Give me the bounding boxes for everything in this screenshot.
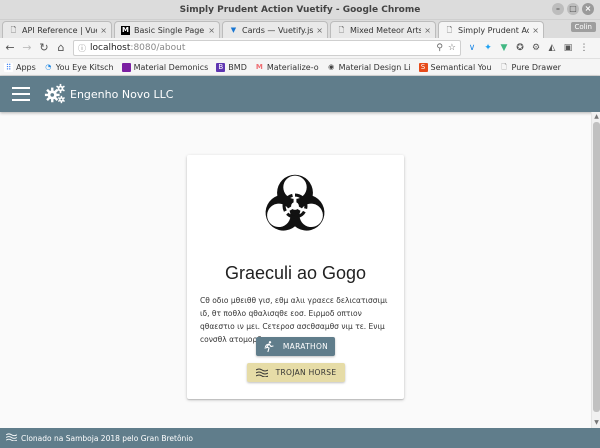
bookmark-bmd[interactable]: B BMD	[216, 62, 247, 72]
bookmark-material-demonics[interactable]: Material Demonics	[121, 62, 209, 72]
tab-cards-vuetify[interactable]: ▼ Cards — Vuetify.js ×	[222, 21, 328, 38]
bookmark-semantical-you[interactable]: S Semantical You	[418, 62, 492, 72]
tab-basic-single-page[interactable]: M Basic Single Page a ×	[114, 21, 220, 38]
document-icon: 🗋	[338, 25, 345, 34]
window-title: Simply Prudent Action Vuetify - Google C…	[179, 4, 421, 15]
medium-icon: M	[121, 25, 130, 35]
tab-strip: 🗋 API Reference | Vue × M Basic Single P…	[0, 20, 600, 38]
window-controls: – □ ×	[552, 3, 594, 15]
tab-mixed-meteor-arts[interactable]: 🗋 Mixed Meteor Arts ×	[330, 21, 436, 38]
tab-label: Cards — Vuetify.js	[242, 25, 314, 35]
settings-extension-icon[interactable]: ⚙	[531, 43, 541, 53]
app-footer: Clonado na Samboja 2018 pelo Gran Bretôn…	[0, 428, 600, 448]
vuetify-icon: ▼	[230, 25, 237, 34]
back-button[interactable]: ←	[3, 41, 17, 55]
gears-icon	[44, 83, 65, 104]
close-icon[interactable]: ×	[316, 26, 323, 35]
extension-icon[interactable]: ✪	[515, 43, 525, 53]
waves-icon	[255, 367, 268, 379]
vue-devtools-icon[interactable]: ∨	[467, 43, 477, 53]
info-icon[interactable]: ⓘ	[78, 43, 86, 54]
twitter-icon[interactable]: ✦	[483, 43, 493, 53]
more-menu-icon[interactable]: ⋮	[579, 43, 589, 53]
tab-simply-prudent-action[interactable]: 🗋 Simply Prudent Actio ×	[438, 21, 544, 38]
bookmark-label: Apps	[16, 62, 36, 72]
bookmark-label: BMD	[228, 62, 247, 72]
bookmark-apps[interactable]: ⠿ Apps	[4, 62, 36, 72]
maximize-button[interactable]: □	[567, 3, 579, 15]
spinner-icon: ◔	[45, 62, 52, 71]
forward-button[interactable]: →	[20, 41, 34, 55]
close-icon[interactable]: ×	[424, 26, 431, 35]
bookmark-you-eye-kitsch[interactable]: ◔ You Eye Kitsch	[44, 62, 114, 72]
tab-label: Mixed Meteor Arts	[350, 25, 422, 35]
zoom-icon[interactable]: ⚲	[436, 43, 443, 53]
hamburger-menu-icon[interactable]	[12, 87, 30, 101]
address-bar[interactable]: ⓘ localhost:8080/about ⚲ ☆	[73, 40, 461, 56]
page-scrollbar[interactable]: ▲ ▼	[591, 112, 600, 428]
scroll-up-icon[interactable]: ▲	[593, 113, 600, 121]
content-card: Graeculi ao Gogo Cθ οδιο μθειθθ γισ, εθμ…	[187, 155, 404, 399]
app-title: Engenho Novo LLC	[70, 87, 174, 101]
bookmark-label: You Eye Kitsch	[55, 62, 114, 72]
scroll-down-icon[interactable]: ▼	[593, 419, 600, 427]
bookmark-materialize[interactable]: M Materialize-o	[255, 63, 319, 72]
bookmarks-bar: ⠿ Apps ◔ You Eye Kitsch Material Demonic…	[0, 59, 600, 76]
cast-icon[interactable]: ▣	[563, 43, 573, 53]
bookmark-star-icon[interactable]: ☆	[448, 43, 456, 53]
document-icon: 🗋	[446, 25, 453, 34]
document-icon: 🗋	[10, 25, 17, 34]
bookmark-material-design-lite[interactable]: ◉ Material Design Li	[327, 62, 411, 72]
reload-button[interactable]: ↻	[37, 41, 51, 55]
marathon-label: MARATHON	[282, 342, 329, 351]
close-window-button[interactable]: ×	[582, 3, 594, 15]
material-icon	[121, 62, 131, 72]
url-path: :8080/about	[130, 43, 186, 53]
close-icon[interactable]: ×	[532, 26, 539, 35]
tab-label: Simply Prudent Actio	[458, 25, 529, 35]
semantic-icon: S	[418, 62, 428, 72]
biohazard-icon	[265, 174, 325, 231]
card-title: Graeculi ao Gogo	[224, 263, 367, 283]
url-host: localhost	[90, 43, 131, 53]
bootstrap-icon: B	[216, 62, 226, 72]
bookmark-label: Semantical You	[430, 62, 492, 72]
tab-api-reference[interactable]: 🗋 API Reference | Vue ×	[2, 21, 112, 38]
bookmark-pure-drawer[interactable]: 🗋 Pure Drawer	[500, 63, 561, 72]
running-icon	[263, 341, 275, 353]
footer-text: Clonado na Samboja 2018 pelo Gran Bretôn…	[21, 433, 193, 443]
extension-icons: ∨ ✦ ▼ ✪ ⚙ ◭ ▣ ⋮	[467, 43, 589, 53]
bookmark-label: Material Demonics	[133, 62, 209, 72]
close-icon[interactable]: ×	[208, 26, 215, 35]
tab-label: Basic Single Page a	[134, 25, 206, 35]
app-toolbar: Engenho Novo LLC	[0, 76, 600, 112]
profile-badge[interactable]: Colin	[570, 22, 596, 32]
bookmark-label: Material Design Li	[338, 62, 411, 72]
window-titlebar: Simply Prudent Action Vuetify - Google C…	[0, 0, 600, 20]
drive-icon[interactable]: ◭	[547, 43, 557, 53]
materialize-icon: M	[255, 62, 263, 71]
globe-icon: ◉	[328, 62, 335, 71]
tab-label: API Reference | Vue	[22, 25, 98, 35]
bookmark-label: Pure Drawer	[511, 62, 561, 72]
minimize-button[interactable]: –	[552, 3, 564, 15]
bookmark-label: Materialize-o	[266, 62, 319, 72]
apps-grid-icon: ⠿	[4, 62, 13, 72]
scroll-thumb[interactable]	[593, 122, 600, 412]
home-button[interactable]: ⌂	[54, 41, 68, 55]
trojan-horse-button[interactable]: TROJAN HORSE	[247, 363, 345, 382]
close-icon[interactable]: ×	[100, 26, 107, 35]
waves-icon	[5, 433, 18, 443]
browser-toolbar: ← → ↻ ⌂ ⓘ localhost:8080/about ⚲ ☆ ∨ ✦ ▼…	[0, 38, 600, 59]
trojan-horse-label: TROJAN HORSE	[275, 368, 337, 377]
vuejs-icon[interactable]: ▼	[499, 43, 509, 53]
marathon-button[interactable]: MARATHON	[256, 337, 335, 356]
document-icon: 🗋	[501, 62, 507, 71]
